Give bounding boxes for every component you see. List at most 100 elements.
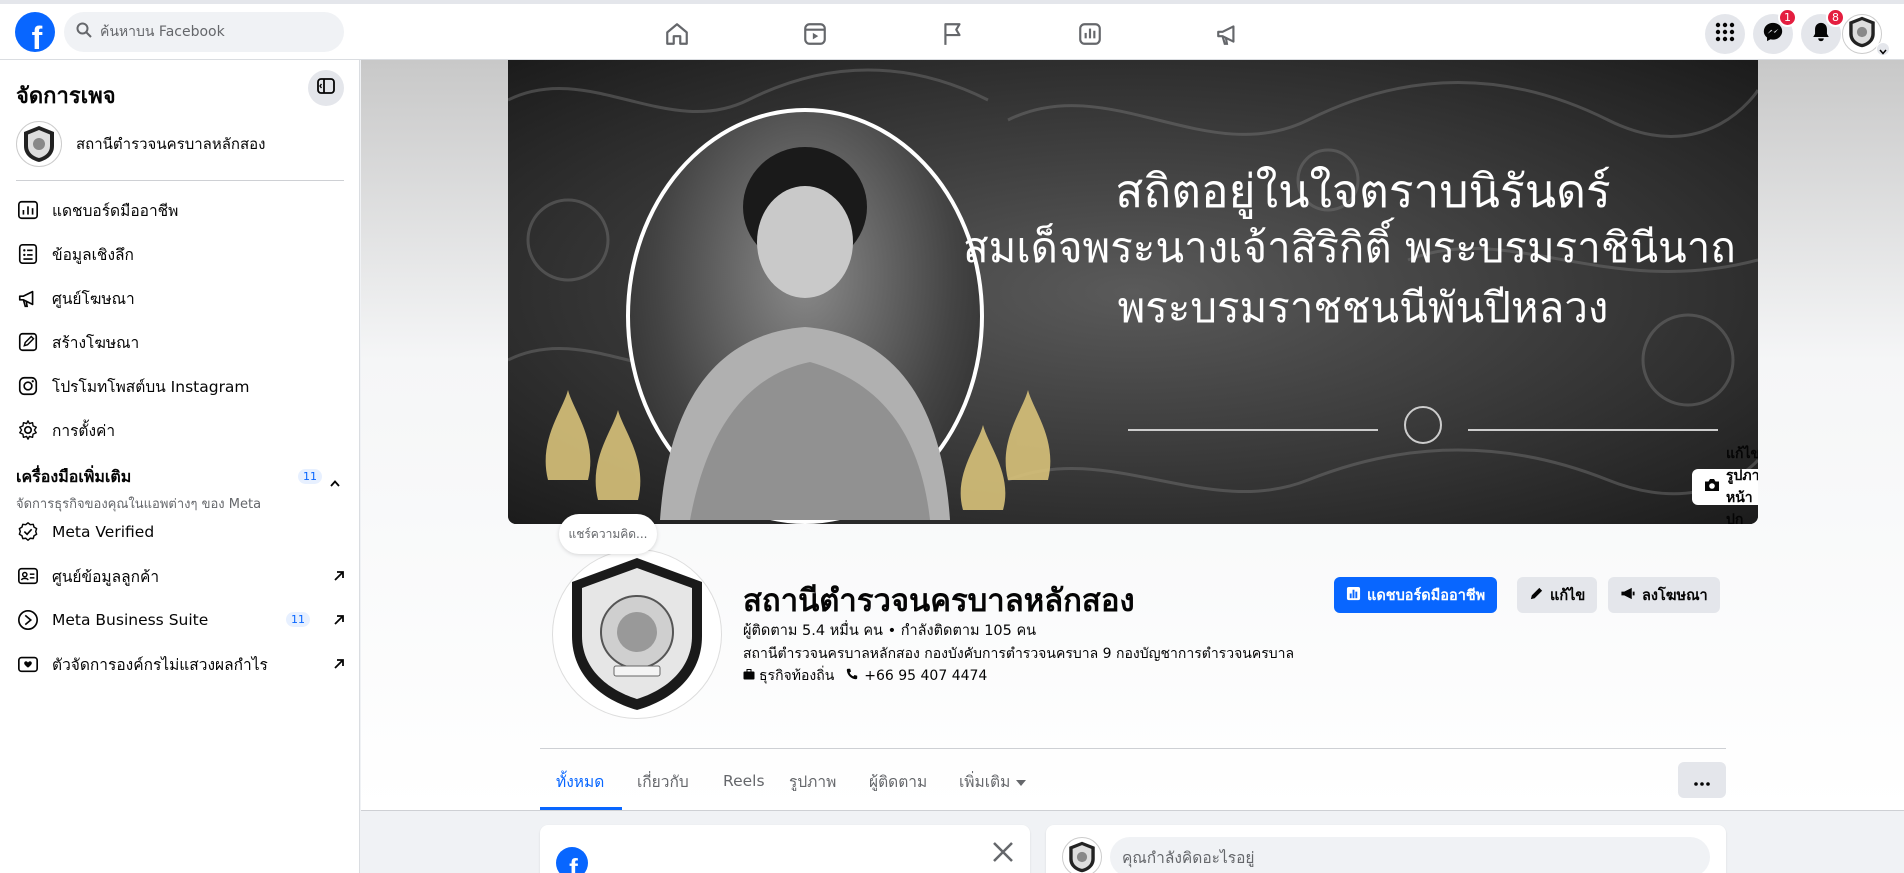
police-badge-icon [1845, 15, 1879, 53]
nonprofit-icon [16, 652, 40, 676]
home-icon [664, 21, 690, 51]
facebook-logo-letter: f [569, 853, 578, 873]
promo-card: f [540, 825, 1030, 873]
sidebar-item-ad-center[interactable]: ศูนย์โฆษณา [16, 278, 346, 318]
nav-home[interactable] [622, 8, 732, 64]
megaphone-icon [16, 286, 40, 310]
nav-pages[interactable] [898, 8, 1008, 64]
facebook-logo[interactable]: f [15, 12, 55, 52]
nav-insights[interactable] [1035, 8, 1145, 64]
page-main: สถิตอยู่ในใจตราบนิรันดร์ สมเด็จพระนางเจ้… [361, 60, 1904, 873]
notifications-badge: 8 [1826, 8, 1845, 27]
page-category[interactable]: ธุรกิจท้องถิ่น [759, 665, 834, 687]
sidebar-item-label: สร้างโฆษณา [52, 333, 140, 352]
cover-portrait [626, 108, 984, 524]
nav-video[interactable] [760, 8, 870, 64]
more-tools-count: 11 [298, 469, 322, 484]
page-follower-stats[interactable]: ผู้ติดตาม 5.4 หมื่น คน • กำลังติดตาม 105… [743, 619, 1036, 642]
sidebar-item-business-suite[interactable]: Meta Business Suite 11 [16, 600, 346, 640]
tabs-divider [540, 748, 1726, 749]
more-tools-subtitle: จัดการธุรกิจของคุณในแอพต่างๆ ของ Meta [16, 497, 262, 512]
sidebar-title: จัดการเพจ [16, 84, 116, 109]
business-suite-icon [16, 608, 40, 632]
sidebar-item-label: ตัวจัดการองค์กรไม่แสวงผลกำไร [52, 655, 268, 674]
sidebar-item-dashboard[interactable]: แดชบอร์ดมืออาชีพ [16, 190, 346, 230]
tab-photos[interactable]: รูปภาพ [789, 754, 836, 808]
facebook-logo-letter: f [31, 20, 43, 52]
tab-all[interactable]: ทั้งหมด [556, 754, 604, 808]
camera-icon [1704, 478, 1720, 496]
nav-ads[interactable] [1173, 8, 1283, 64]
search-bar[interactable] [64, 12, 344, 52]
share-note-bubble[interactable]: แชร์ความคิด... [559, 514, 657, 554]
sidebar-item-customer-center[interactable]: ศูนย์ข้อมูลลูกค้า [16, 556, 346, 596]
cover-photo[interactable]: สถิตอยู่ในใจตราบนิรันดร์ สมเด็จพระนางเจ้… [508, 60, 1758, 524]
composer-avatar [1062, 837, 1102, 873]
sidebar-item-label: Meta Verified [52, 523, 155, 541]
instagram-icon [16, 374, 40, 398]
professional-dashboard-label: แดชบอร์ดมืออาชีพ [1367, 587, 1486, 604]
page-info-row: ธุรกิจท้องถิ่น +66 95 407 4474 [743, 665, 987, 687]
gear-icon [16, 418, 40, 442]
pencil-icon [16, 330, 40, 354]
sidebar-item-label: ศูนย์โฆษณา [52, 289, 135, 308]
messenger-button[interactable]: 1 [1753, 8, 1797, 54]
grid-menu-icon [1715, 22, 1735, 46]
tab-followers[interactable]: ผู้ติดตาม [869, 754, 927, 808]
external-link-icon [332, 568, 346, 587]
panel-toggle-icon [317, 77, 335, 99]
sidebar-item-instagram[interactable]: โปรโมทโพสต์บน Instagram [16, 366, 346, 406]
more-tools-header[interactable]: เครื่องมือเพิ่มเติม [16, 465, 131, 490]
sidebar-item-label: แดชบอร์ดมืออาชีพ [52, 201, 179, 220]
external-link-icon [332, 656, 346, 675]
tab-more[interactable]: เพิ่มเติม [959, 754, 1027, 808]
sidebar-page-profile[interactable]: สถานีตำรวจนครบาลหลักสอง [16, 118, 346, 170]
account-menu-caret[interactable] [1876, 42, 1890, 56]
tab-more-label: เพิ่มเติม [959, 772, 1011, 791]
edit-page-button[interactable]: แก้ไข [1517, 577, 1598, 613]
post-composer: คุณกำลังคิดอะไรอยู่ [1046, 825, 1726, 873]
advertise-button[interactable]: ลงโฆษณา [1608, 577, 1720, 613]
sidebar-collapse-button[interactable] [308, 70, 344, 106]
more-options-button[interactable] [1678, 762, 1726, 798]
page-avatar-small [16, 121, 62, 167]
composer-input[interactable]: คุณกำลังคิดอะไรอยู่ [1110, 837, 1710, 873]
tab-about[interactable]: เกี่ยวกับ [637, 754, 689, 808]
top-navigation-bar: f 1 [0, 0, 1904, 60]
close-icon[interactable] [992, 841, 1014, 867]
cover-text-line-2: สมเด็จพระนางเจ้าสิริกิติ์ พระบรมราชินีนา… [963, 223, 1736, 272]
sidebar-item-insights[interactable]: ข้อมูลเชิงลึก [16, 234, 346, 274]
menu-button[interactable] [1705, 14, 1745, 54]
bar-chart-icon [1077, 21, 1103, 51]
edit-cover-label: แก้ไขรูปภาพหน้าปก [1726, 446, 1758, 524]
edit-page-label: แก้ไข [1550, 587, 1586, 604]
dashboard-icon [1346, 586, 1361, 605]
search-input[interactable] [100, 24, 330, 40]
chevron-up-icon[interactable] [330, 472, 340, 491]
page-phone[interactable]: +66 95 407 4474 [864, 668, 987, 684]
sidebar-item-label: ศูนย์ข้อมูลลูกค้า [52, 567, 160, 586]
verified-icon [16, 520, 40, 544]
search-icon [76, 22, 92, 42]
chevron-down-icon [1879, 40, 1887, 59]
profile-header: สถิตอยู่ในใจตราบนิรันดร์ สมเด็จพระนางเจ้… [361, 60, 1904, 810]
edit-cover-photo-button[interactable]: แก้ไขรูปภาพหน้าปก [1692, 446, 1758, 524]
insights-icon [16, 242, 40, 266]
sidebar-item-create-ad[interactable]: สร้างโฆษณา [16, 322, 346, 362]
flag-icon [940, 21, 966, 51]
page-profile-picture[interactable] [553, 550, 721, 718]
cover-text-line-3: พระบรมราชชนนีพันปีหลวง [1117, 283, 1609, 332]
professional-dashboard-button[interactable]: แดชบอร์ดมืออาชีพ [1334, 577, 1498, 613]
advertise-label: ลงโฆษณา [1642, 587, 1708, 604]
sidebar-item-nonprofit-manager[interactable]: ตัวจัดการองค์กรไม่แสวงผลกำไร [16, 644, 346, 684]
contact-card-icon [16, 564, 40, 588]
sidebar-item-meta-verified[interactable]: Meta Verified [16, 512, 346, 552]
phone-icon [846, 668, 858, 684]
notifications-button[interactable]: 8 [1801, 8, 1845, 54]
page-title: สถานีตำรวจนครบาลหลักสอง [743, 583, 1135, 619]
page-description: สถานีตำรวจนครบาลหลักสอง กองบังคับการตำรว… [743, 646, 1295, 662]
sidebar-divider [16, 180, 344, 181]
briefcase-icon [743, 668, 755, 684]
sidebar-item-settings[interactable]: การตั้งค่า [16, 410, 346, 450]
tab-reels[interactable]: Reels [723, 754, 765, 808]
